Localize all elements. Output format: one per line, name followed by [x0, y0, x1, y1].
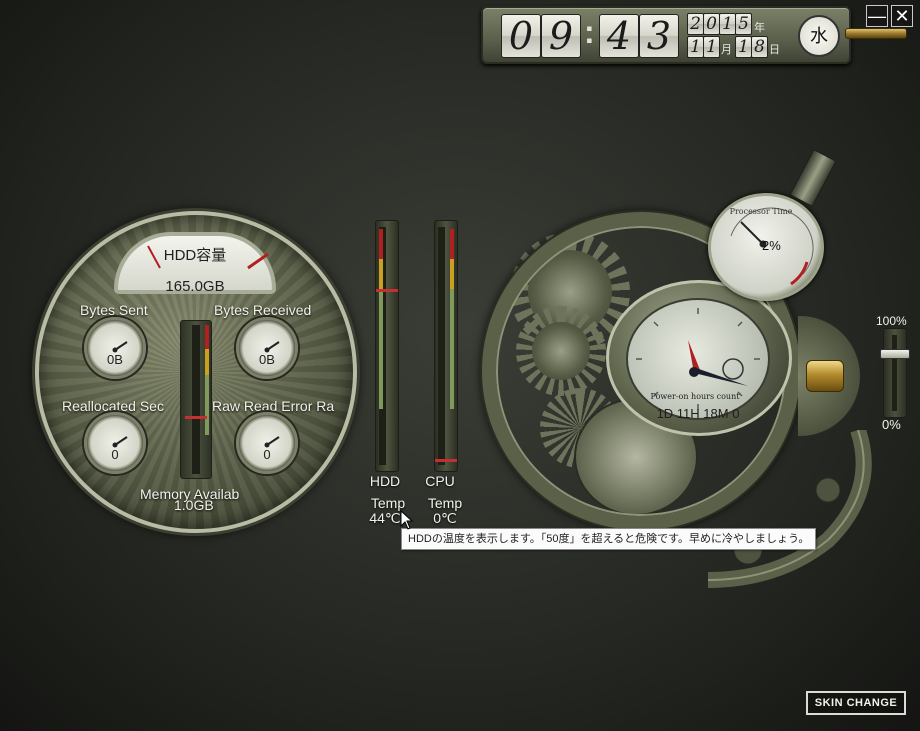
memory-meter — [180, 320, 212, 479]
bytes-sent-label: Bytes Sent — [80, 302, 148, 318]
power-on-hours-value: 1D 11H 18M 0 — [656, 406, 740, 421]
memory-level-marker — [185, 416, 207, 419]
cpu-temp-scale-red — [450, 229, 454, 259]
cpu-temp-tube — [438, 227, 445, 465]
opacity-slider-knob[interactable] — [880, 349, 910, 359]
brass-connector-icon — [806, 360, 844, 392]
memory-scale-green — [205, 375, 209, 435]
bytes-sent-value: 0B — [107, 352, 123, 367]
cpu-temp-value: 0℃ — [433, 510, 457, 526]
cpu-temp-marker — [435, 459, 457, 462]
month-digit: 1 — [703, 36, 720, 58]
hdd-meter-value: 165.0GB — [165, 278, 225, 295]
hour-tens-digit: 0 — [501, 14, 541, 58]
year-digit: 0 — [703, 13, 720, 35]
minute-ones-digit: 3 — [639, 14, 679, 58]
cpu-temp-meter[interactable] — [434, 220, 458, 472]
bytes-sent-gauge: 0B — [84, 317, 146, 379]
hdd-temp-scale-red — [379, 229, 383, 259]
hdd-temp-meter[interactable] — [375, 220, 399, 472]
gauge-needle — [264, 341, 280, 353]
hdd-temp-scale-yellow — [379, 259, 383, 289]
bytes-received-value: 0B — [259, 352, 275, 367]
raw-read-error-value: 0 — [263, 447, 271, 462]
day-digit: 8 — [751, 36, 768, 58]
memory-scale-red — [205, 325, 209, 349]
time-colon: : — [584, 14, 595, 50]
hdd-temp-label: HDD — [369, 473, 401, 489]
reallocated-sectors-value: 0 — [111, 447, 119, 462]
clock-brass-pipe — [845, 28, 907, 39]
raw-read-error-label: Raw Read Error Ra — [212, 398, 335, 414]
minimize-button[interactable]: — — [866, 5, 888, 27]
cpu-temp-label: CPU — [425, 473, 455, 489]
power-on-hours-label: Power-on hours count — [650, 392, 740, 401]
reallocated-sectors-gauge: 0 — [84, 412, 146, 474]
year-digit: 2 — [687, 13, 704, 35]
weekday-badge: 水 — [798, 15, 840, 57]
month-kanji: 月 — [721, 44, 732, 56]
bytes-received-label: Bytes Received — [214, 302, 312, 318]
skin-change-button[interactable]: SKIN CHANGE — [806, 691, 906, 715]
minute-tens-digit: 4 — [599, 14, 639, 58]
tooltip: HDDの温度を表示します。「50度」を超えると危険です。早めに冷やしましょう。 — [401, 528, 817, 550]
gauge-needle — [112, 341, 128, 353]
hour-ones-digit: 9 — [541, 14, 581, 58]
decorative-arm — [708, 430, 872, 588]
gauge-needle — [264, 436, 280, 448]
memory-tube — [192, 325, 200, 474]
slider-min-label: 0% — [882, 417, 901, 432]
memory-scale-yellow — [205, 349, 209, 375]
slider-max-label: 100% — [876, 314, 907, 328]
processor-time-label: Processor Time — [729, 207, 793, 216]
mouse-cursor-icon — [400, 510, 414, 530]
hdd-meter-title: HDD容量 — [163, 247, 227, 264]
gauge-needle — [112, 436, 128, 448]
cpu-temp-label-line2: Temp — [427, 495, 463, 511]
year-digit: 1 — [719, 13, 736, 35]
raw-read-error-gauge: 0 — [236, 412, 298, 474]
year-digit: 5 — [735, 13, 752, 35]
cpu-temp-scale-yellow — [450, 259, 454, 289]
bytes-received-gauge: 0B — [236, 317, 298, 379]
hdd-temp-label-line2: Temp — [370, 495, 406, 511]
year-kanji: 年 — [754, 22, 765, 34]
opacity-slider-track[interactable] — [883, 328, 907, 418]
memory-available-value: 1.0GB — [174, 497, 214, 513]
day-digit: 1 — [735, 36, 752, 58]
month-digit: 1 — [687, 36, 704, 58]
cpu-temp-scale-green — [450, 289, 454, 409]
hdd-temp-scale-green — [379, 289, 383, 409]
hdd-capacity-meter: HDD容量 165.0GB — [114, 232, 276, 295]
close-button[interactable]: ✕ — [891, 5, 913, 27]
clock-panel: 0 9 : 4 3 2 0 1 5 年 1 1 月 1 8 日 水 — [481, 6, 851, 64]
power-on-hours-dial[interactable] — [626, 298, 770, 420]
processor-time-value: 2% — [762, 238, 781, 253]
day-kanji: 日 — [769, 44, 780, 56]
slider-groove — [892, 335, 897, 411]
hdd-temp-marker — [376, 289, 398, 292]
